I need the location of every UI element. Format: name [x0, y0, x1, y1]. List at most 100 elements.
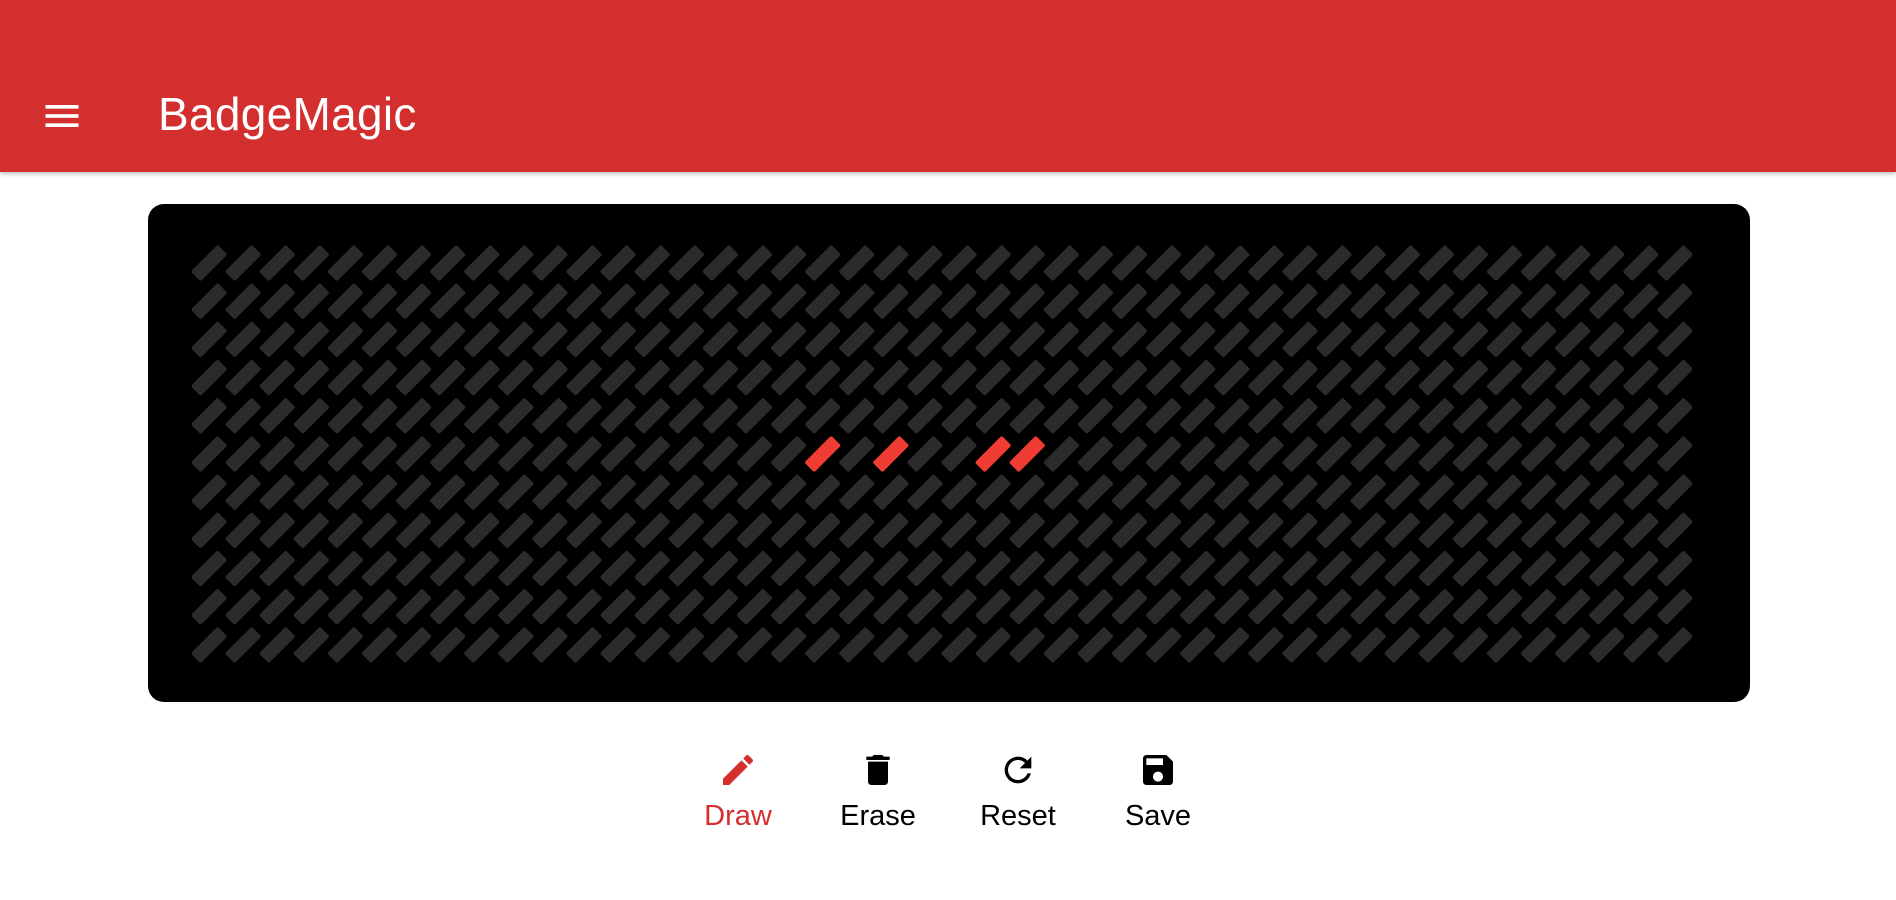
- led-cell[interactable]: [1554, 321, 1591, 358]
- led-cell[interactable]: [1282, 512, 1319, 549]
- led-cell[interactable]: [770, 550, 807, 587]
- led-cell[interactable]: [872, 245, 909, 282]
- led-cell[interactable]: [1588, 627, 1625, 664]
- led-cell[interactable]: [941, 550, 978, 587]
- led-cell[interactable]: [327, 550, 364, 587]
- led-cell[interactable]: [429, 397, 466, 434]
- led-cell[interactable]: [1282, 283, 1319, 320]
- reset-button[interactable]: Reset: [958, 740, 1078, 850]
- led-cell[interactable]: [1247, 283, 1284, 320]
- led-cell[interactable]: [1247, 588, 1284, 625]
- led-cell[interactable]: [1043, 436, 1080, 473]
- led-cell[interactable]: [1111, 627, 1148, 664]
- led-cell[interactable]: [1486, 321, 1523, 358]
- led-cell[interactable]: [463, 588, 500, 625]
- led-cell[interactable]: [1588, 283, 1625, 320]
- led-cell[interactable]: [463, 397, 500, 434]
- led-cell[interactable]: [702, 550, 739, 587]
- led-cell[interactable]: [225, 588, 262, 625]
- led-cell[interactable]: [872, 321, 909, 358]
- led-cell[interactable]: [1009, 359, 1046, 396]
- led-cell[interactable]: [1384, 283, 1421, 320]
- led-cell[interactable]: [941, 283, 978, 320]
- led-cell[interactable]: [497, 436, 534, 473]
- led-cell[interactable]: [1043, 550, 1080, 587]
- led-cell[interactable]: [497, 588, 534, 625]
- led-cell[interactable]: [225, 436, 262, 473]
- led-cell[interactable]: [1350, 359, 1387, 396]
- led-cell[interactable]: [804, 283, 841, 320]
- led-cell[interactable]: [293, 550, 330, 587]
- led-cell[interactable]: [1418, 245, 1455, 282]
- led-cell[interactable]: [872, 512, 909, 549]
- led-cell[interactable]: [532, 283, 569, 320]
- led-cell[interactable]: [1043, 627, 1080, 664]
- led-cell[interactable]: [668, 627, 705, 664]
- led-cell[interactable]: [804, 550, 841, 587]
- led-cell[interactable]: [293, 359, 330, 396]
- led-cell[interactable]: [1213, 359, 1250, 396]
- led-cell[interactable]: [1622, 321, 1659, 358]
- led-cell[interactable]: [1657, 436, 1692, 473]
- led-cell[interactable]: [1247, 397, 1284, 434]
- led-cell[interactable]: [395, 550, 432, 587]
- led-cell[interactable]: [1077, 359, 1114, 396]
- led-cell[interactable]: [838, 245, 875, 282]
- led-cell[interactable]: [872, 627, 909, 664]
- led-cell[interactable]: [975, 474, 1012, 511]
- led-cell[interactable]: [1145, 321, 1182, 358]
- led-cell[interactable]: [736, 627, 773, 664]
- led-cell[interactable]: [1247, 359, 1284, 396]
- led-cell[interactable]: [192, 588, 227, 625]
- led-cell[interactable]: [293, 397, 330, 434]
- led-cell[interactable]: [497, 245, 534, 282]
- led-cell[interactable]: [770, 436, 807, 473]
- led-cell[interactable]: [1554, 397, 1591, 434]
- led-cell[interactable]: [804, 512, 841, 549]
- led-cell[interactable]: [1213, 436, 1250, 473]
- led-cell[interactable]: [463, 550, 500, 587]
- led-cell[interactable]: [941, 245, 978, 282]
- led-cell[interactable]: [1145, 474, 1182, 511]
- led-cell[interactable]: [1316, 474, 1353, 511]
- led-cell[interactable]: [600, 627, 637, 664]
- led-cell[interactable]: [1657, 397, 1692, 434]
- led-cell[interactable]: [1657, 283, 1692, 320]
- led-cell[interactable]: [395, 321, 432, 358]
- led-cell[interactable]: [1282, 550, 1319, 587]
- led-cell[interactable]: [1077, 588, 1114, 625]
- led-cell[interactable]: [702, 397, 739, 434]
- led-cell[interactable]: [429, 245, 466, 282]
- led-cell[interactable]: [225, 512, 262, 549]
- led-cell[interactable]: [361, 245, 398, 282]
- led-cell[interactable]: [192, 436, 227, 473]
- led-cell[interactable]: [1043, 474, 1080, 511]
- led-cell[interactable]: [1657, 359, 1692, 396]
- led-cell[interactable]: [225, 245, 262, 282]
- led-cell[interactable]: [975, 627, 1012, 664]
- led-cell[interactable]: [600, 397, 637, 434]
- led-cell[interactable]: [1179, 588, 1216, 625]
- led-cell[interactable]: [1316, 283, 1353, 320]
- led-cell[interactable]: [1452, 588, 1489, 625]
- led-cell[interactable]: [463, 512, 500, 549]
- led-cell[interactable]: [1418, 588, 1455, 625]
- led-cell[interactable]: [192, 283, 227, 320]
- led-cell[interactable]: [702, 627, 739, 664]
- led-cell[interactable]: [1520, 359, 1557, 396]
- led-cell[interactable]: [736, 550, 773, 587]
- led-cell[interactable]: [702, 588, 739, 625]
- led-cell[interactable]: [532, 512, 569, 549]
- led-cell[interactable]: [259, 550, 296, 587]
- led-cell[interactable]: [259, 283, 296, 320]
- led-cell[interactable]: [975, 588, 1012, 625]
- led-cell[interactable]: [1418, 550, 1455, 587]
- led-cell[interactable]: [872, 550, 909, 587]
- led-cell[interactable]: [1009, 588, 1046, 625]
- led-cell[interactable]: [1622, 436, 1659, 473]
- led-cell[interactable]: [804, 397, 841, 434]
- led-cell[interactable]: [1520, 512, 1557, 549]
- led-cell[interactable]: [907, 359, 944, 396]
- led-cell[interactable]: [1111, 512, 1148, 549]
- led-cell[interactable]: [872, 397, 909, 434]
